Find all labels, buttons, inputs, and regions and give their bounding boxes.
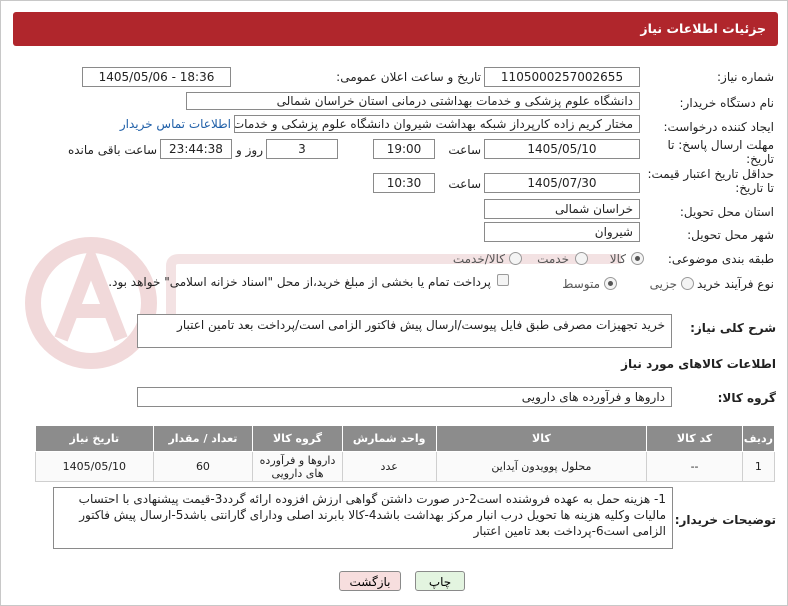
col-goods-code: کد کالا [646,425,743,452]
remaining-time-label: ساعت باقی مانده [67,143,157,157]
price-validity-label: حداقل تاریخ اعتبار قیمت: [647,167,774,181]
process-option-minor: جزیی [649,277,677,291]
price-validity-date-value: 1405/07/30 [484,173,640,193]
deadline-time-value: 19:00 [373,139,435,159]
days-label: روز و [236,143,263,157]
buyer-org-label: نام دستگاه خریدار: [679,96,775,110]
general-description-label: شرح کلی نیاز: [690,321,776,335]
deadline-hour-label: ساعت [448,143,481,157]
category-label: طبقه بندی موضوعی: [667,252,774,266]
city-value: شیروان [484,222,640,242]
panel-title: جزئیات اطلاعات نیاز [13,12,778,46]
cell-quantity: 60 [152,451,254,482]
table-row: 1 -- محلول پوویدون آیداین عدد داروها و ف… [35,451,776,482]
buyer-notes-field[interactable]: 1- هزینه حمل به عهده فروشنده است2-در صور… [53,487,673,549]
col-goods-group: گروه کالا [252,425,343,452]
province-value: خراسان شمالی [484,199,640,219]
deadline-label-2: تاریخ: [746,152,774,166]
cell-row-number: 1 [741,451,776,482]
need-number-label: شماره نیاز: [717,70,774,84]
general-description-field[interactable]: خرید تجهیزات مصرفی طبق فایل پیوست/ارسال … [137,314,672,348]
category-option-goods-service: کالا/خدمت [452,252,505,266]
col-row-number: ردیف [741,425,776,452]
price-validity-hour-label: ساعت [448,177,481,191]
process-radio-minor[interactable] [681,277,694,290]
cell-goods-code: -- [646,451,743,482]
process-option-medium: متوسط [562,277,600,291]
category-radio-goods-service[interactable] [509,252,522,265]
print-button[interactable]: چاپ [415,571,465,591]
requester-value: مختار کریم زاده کارپرداز شبکه بهداشت شیر… [234,115,640,133]
goods-table: ردیف کد کالا کالا واحد شمارش گروه کالا ت… [35,425,776,482]
price-validity-time-value: 10:30 [373,173,435,193]
cell-goods-group: داروها و فرآورده های دارویی [252,451,343,482]
goods-info-title: اطلاعات کالاهای مورد نیاز [621,357,776,371]
col-quantity: تعداد / مقدار [152,425,254,452]
goods-table-header: ردیف کد کالا کالا واحد شمارش گروه کالا ت… [35,425,776,452]
announce-date-label: تاریخ و ساعت اعلان عمومی: [336,70,481,84]
goods-group-label: گروه کالا: [717,391,776,405]
treasury-payment-note: پرداخت تمام یا بخشی از مبلغ خرید،از محل … [108,275,491,289]
cell-goods-name: محلول پوویدون آیداین [435,451,648,482]
back-button[interactable]: بازگشت [339,571,401,591]
contact-info-link[interactable]: اطلاعات تماس خریدار [111,117,231,131]
category-option-goods: کالا [609,252,626,266]
goods-group-value: داروها و فرآورده های دارویی [137,387,672,407]
details-panel: جزئیات اطلاعات نیاز شماره نیاز: 11050002… [0,0,788,606]
category-option-service: خدمت [537,252,569,266]
need-number-value: 1105000257002655 [484,67,640,87]
category-radio-service[interactable] [575,252,588,265]
requester-label: ایجاد کننده درخواست: [663,120,774,134]
buyer-notes-label: توضیحات خریدار: [674,513,776,527]
deadline-date-value: 1405/05/10 [484,139,640,159]
col-need-date: تاریخ نیاز [35,425,154,452]
col-unit: واحد شمارش [341,425,437,452]
cell-unit: عدد [341,451,437,482]
treasury-payment-checkbox[interactable] [497,274,509,286]
price-validity-label-2: تا تاریخ: [735,181,774,195]
buyer-org-value: دانشگاه علوم پزشکی و خدمات بهداشتی درمان… [186,92,640,110]
category-radio-goods[interactable] [631,252,644,265]
process-radio-medium[interactable] [604,277,617,290]
announce-date-value: 1405/05/06 - 18:36 [82,67,231,87]
cell-need-date: 1405/05/10 [35,451,154,482]
city-label: شهر محل تحویل: [687,228,774,242]
col-goods-name: کالا [435,425,648,452]
province-label: استان محل تحویل: [679,205,774,219]
deadline-label: مهلت ارسال پاسخ: تا [667,138,774,152]
remaining-days-value: 3 [266,139,338,159]
remaining-time-value: 23:44:38 [160,139,232,159]
